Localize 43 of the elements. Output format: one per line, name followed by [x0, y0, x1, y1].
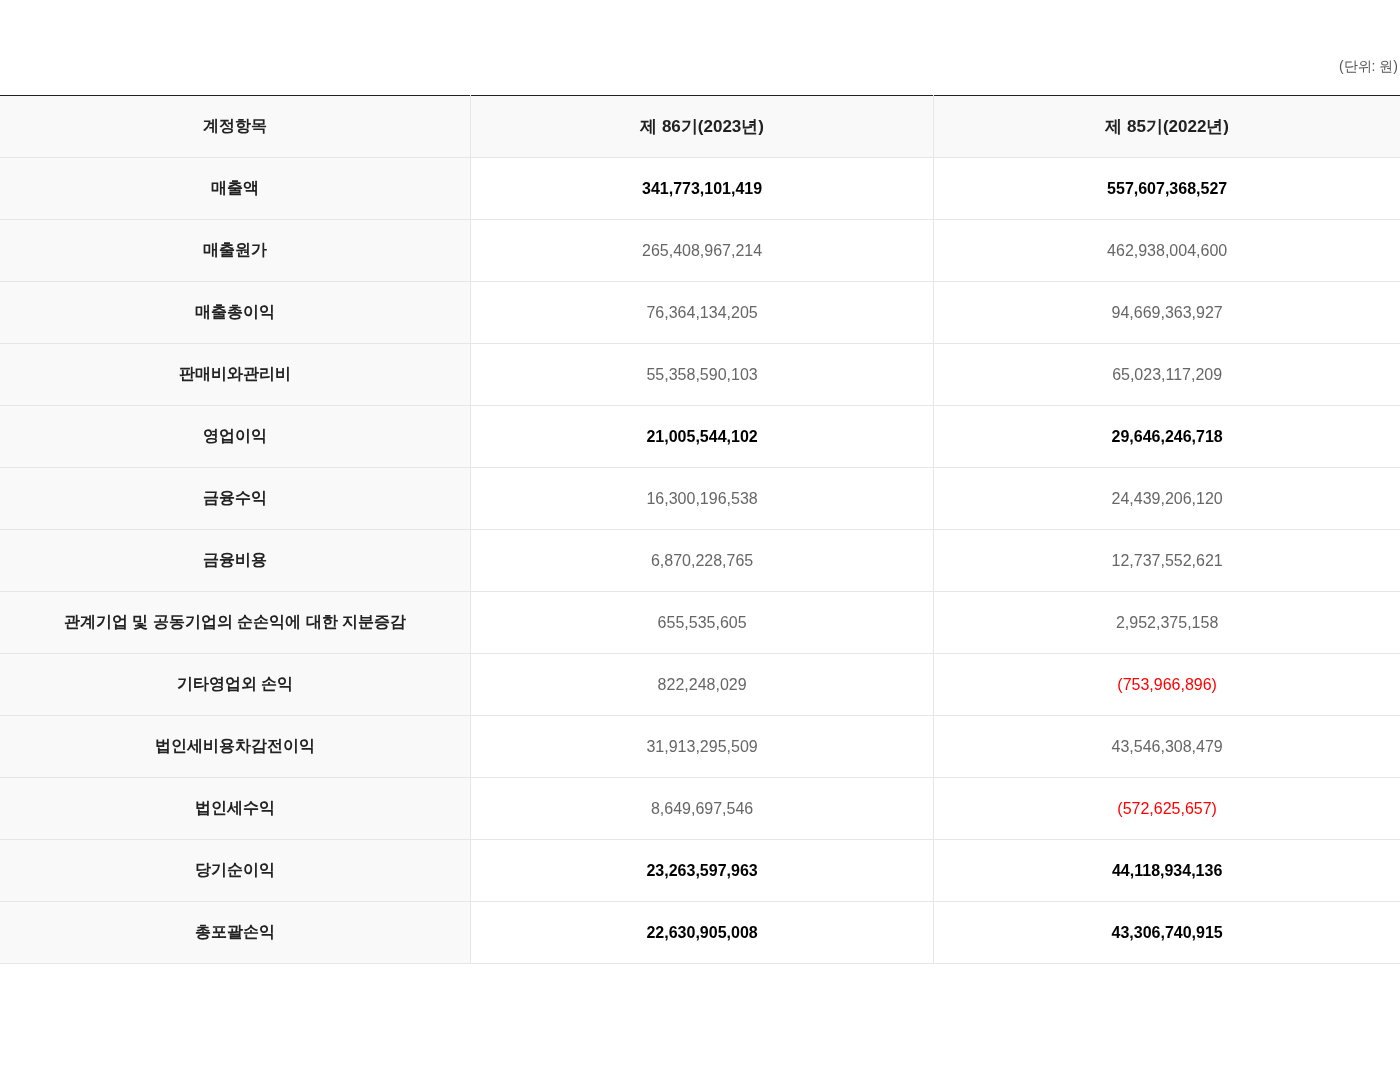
amount-cell: 76,364,134,205 — [470, 281, 934, 344]
amount-cell: 341,773,101,419 — [470, 157, 934, 220]
unit-note: (단위: 원) — [1338, 58, 1399, 76]
row-label: 관계기업 및 공동기업의 순손익에 대한 지분증감 — [0, 591, 471, 654]
amount-cell: (753,966,896) — [933, 653, 1400, 716]
amount-cell: 43,546,308,479 — [933, 715, 1400, 778]
amount-cell: 94,669,363,927 — [933, 281, 1400, 344]
row-label: 기타영업외 손익 — [0, 653, 471, 716]
row-label: 금융비용 — [0, 529, 471, 592]
row-label: 영업이익 — [0, 405, 471, 468]
amount-cell: 65,023,117,209 — [933, 343, 1400, 406]
row-label: 법인세비용차감전이익 — [0, 715, 471, 778]
amount-cell: 43,306,740,915 — [933, 901, 1400, 964]
amount-cell: 22,630,905,008 — [470, 901, 934, 964]
amount-cell: 44,118,934,136 — [933, 839, 1400, 902]
amount-cell: 462,938,004,600 — [933, 219, 1400, 282]
amount-cell: 6,870,228,765 — [470, 529, 934, 592]
amount-cell: 23,263,597,963 — [470, 839, 934, 902]
amount-cell: 16,300,196,538 — [470, 467, 934, 530]
amount-cell: 265,408,967,214 — [470, 219, 934, 282]
amount-cell: 655,535,605 — [470, 591, 934, 654]
amount-cell: 31,913,295,509 — [470, 715, 934, 778]
row-label: 매출총이익 — [0, 281, 471, 344]
column-header: 제 86기(2023년) — [470, 95, 934, 158]
row-label: 법인세수익 — [0, 777, 471, 840]
row-label: 매출액 — [0, 157, 471, 220]
row-label: 판매비와관리비 — [0, 343, 471, 406]
amount-cell: (572,625,657) — [933, 777, 1400, 840]
amount-cell: 822,248,029 — [470, 653, 934, 716]
amount-cell: 29,646,246,718 — [933, 405, 1400, 468]
amount-cell: 21,005,544,102 — [470, 405, 934, 468]
amount-cell: 8,649,697,546 — [470, 777, 934, 840]
row-label: 총포괄손익 — [0, 901, 471, 964]
column-header: 제 85기(2022년) — [933, 95, 1400, 158]
amount-cell: 12,737,552,621 — [933, 529, 1400, 592]
amount-cell: 557,607,368,527 — [933, 157, 1400, 220]
row-label: 매출원가 — [0, 219, 471, 282]
amount-cell: 2,952,375,158 — [933, 591, 1400, 654]
amount-cell: 24,439,206,120 — [933, 467, 1400, 530]
column-header: 계정항목 — [0, 95, 471, 158]
row-label: 당기순이익 — [0, 839, 471, 902]
amount-cell: 55,358,590,103 — [470, 343, 934, 406]
row-label: 금융수익 — [0, 467, 471, 530]
